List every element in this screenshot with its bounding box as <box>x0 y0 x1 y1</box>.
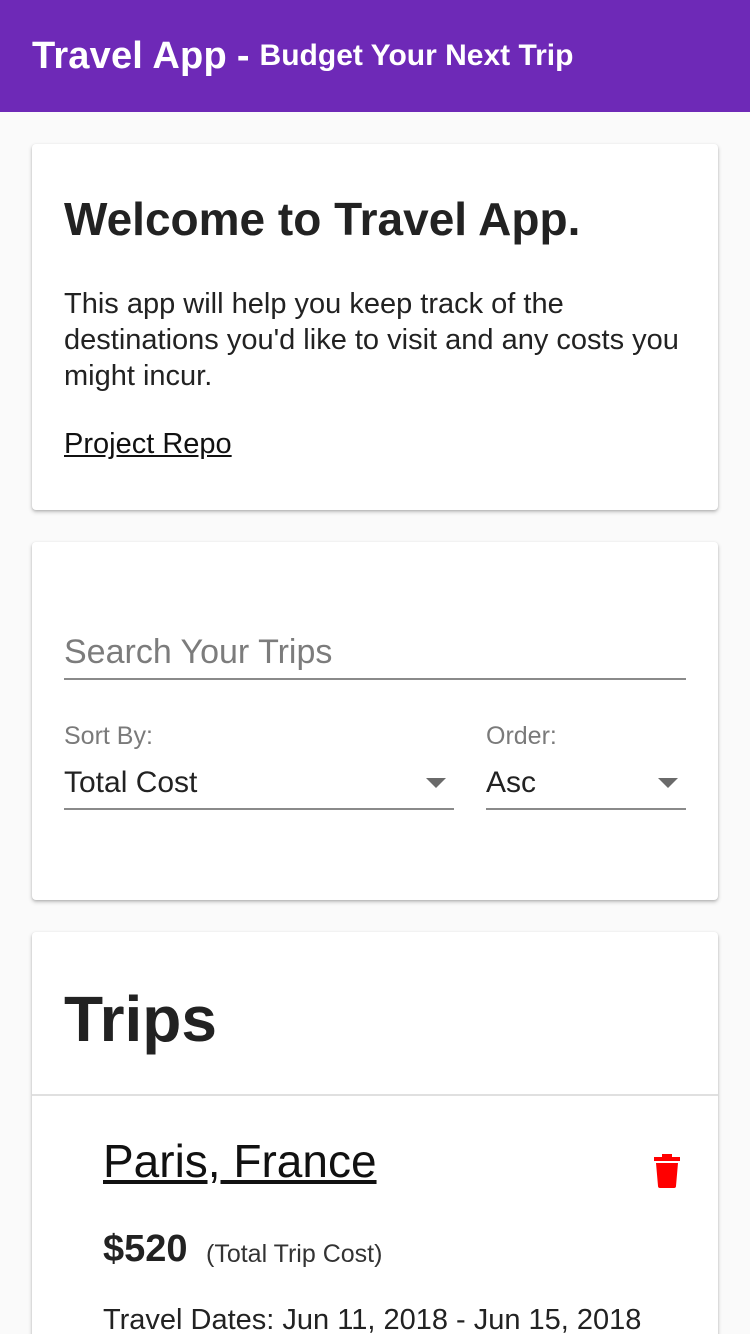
trips-heading: Trips <box>64 983 217 1055</box>
chevron-down-icon <box>658 778 678 788</box>
sort-by-value: Total Cost <box>64 766 198 799</box>
app-title: Travel App <box>32 34 227 77</box>
divider <box>32 1094 718 1096</box>
order-label: Order: <box>486 722 557 750</box>
chevron-down-icon <box>426 778 446 788</box>
search-card: Sort By: Total Cost Order: Asc <box>32 542 718 900</box>
welcome-heading: Welcome to Travel App. <box>64 193 581 245</box>
welcome-card: Welcome to Travel App. This app will hel… <box>32 144 718 510</box>
order-select[interactable]: Asc <box>486 760 686 810</box>
sort-by-select[interactable]: Total Cost <box>64 760 454 810</box>
trips-card: Trips Paris, France $520 (Total Trip Cos… <box>32 932 718 1334</box>
order-value: Asc <box>486 766 537 799</box>
trip-cost: $520 <box>103 1228 188 1270</box>
title-separator: - <box>236 34 250 77</box>
sort-by-label: Sort By: <box>64 722 153 750</box>
search-input[interactable] <box>64 626 686 680</box>
trip-dates: Travel Dates: Jun 11, 2018 - Jun 15, 201… <box>103 1304 642 1334</box>
project-repo-link[interactable]: Project Repo <box>64 428 232 461</box>
trip-cost-label: (Total Trip Cost) <box>206 1240 383 1268</box>
welcome-description: This app will help you keep track of the… <box>64 288 679 392</box>
trip-name-link[interactable]: Paris, France <box>103 1134 377 1188</box>
trash-icon[interactable] <box>652 1154 682 1188</box>
app-bar: Travel App - Budget Your Next Trip <box>0 0 750 112</box>
app-subtitle: Budget Your Next Trip <box>259 39 574 72</box>
